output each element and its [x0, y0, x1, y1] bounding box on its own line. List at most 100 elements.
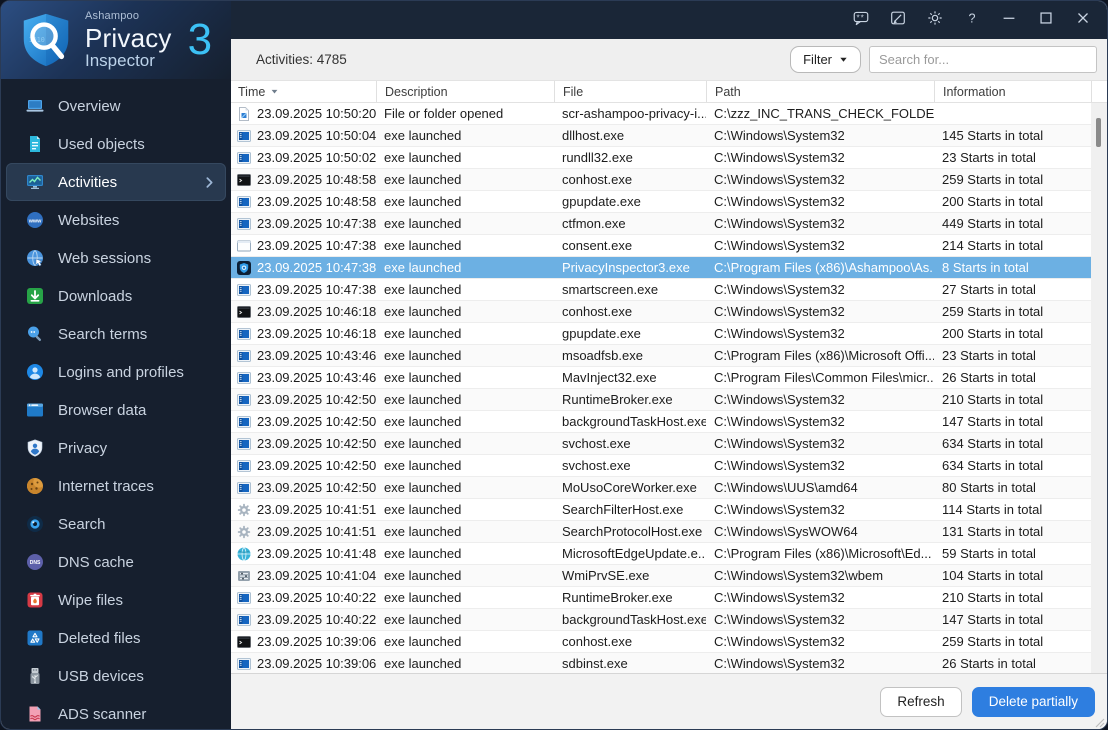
- table-row[interactable]: 23.09.2025 10:41:51 exe launched SearchFil…: [231, 499, 1091, 521]
- close-icon: [1074, 9, 1092, 32]
- cell-file: MicrosoftEdgeUpdate.e...: [562, 546, 706, 561]
- sidebar-item-overview[interactable]: Overview: [6, 87, 226, 125]
- app-icon: [236, 590, 252, 606]
- cell-file: backgroundTaskHost.exe: [562, 612, 706, 627]
- resize-grip-icon[interactable]: [1093, 715, 1105, 728]
- table-row[interactable]: 23.09.2025 10:47:38 exe launched smartscre…: [231, 279, 1091, 301]
- sidebar-item-internet-traces[interactable]: Internet traces: [6, 467, 226, 505]
- gear-icon: [236, 524, 252, 540]
- table-row[interactable]: 23.09.2025 10:50:20 File or folder opened…: [231, 103, 1091, 125]
- sidebar-item-browser-data[interactable]: Browser data: [6, 391, 226, 429]
- sidebar-item-label: Privacy: [58, 439, 108, 457]
- sidebar-item-search-terms[interactable]: Search terms: [6, 315, 226, 353]
- ads-icon: [25, 704, 45, 724]
- cell-path: C:\Windows\System32: [714, 436, 845, 451]
- cell-file: backgroundTaskHost.exe: [562, 414, 706, 429]
- maximize-button[interactable]: [1029, 6, 1062, 34]
- table-row[interactable]: 23.09.2025 10:42:50 exe launched svchost.e…: [231, 433, 1091, 455]
- column-header-file[interactable]: File: [554, 81, 706, 102]
- sidebar-item-downloads[interactable]: Downloads: [6, 277, 226, 315]
- cookie-icon: [25, 476, 45, 496]
- table-row[interactable]: 23.09.2025 10:41:04 exe launched WmiPrvSE.…: [231, 565, 1091, 587]
- table-row[interactable]: 23.09.2025 10:39:06 exe launched conhost.e…: [231, 631, 1091, 653]
- sidebar-item-privacy[interactable]: Privacy: [6, 429, 226, 467]
- sidebar-item-websites[interactable]: www Websites: [6, 201, 226, 239]
- column-header-time[interactable]: Time: [231, 81, 376, 102]
- table-row[interactable]: 23.09.2025 10:43:46 exe launched msoadfsb.…: [231, 345, 1091, 367]
- cell-information: 214 Starts in total: [942, 238, 1044, 253]
- table-row[interactable]: 23.09.2025 10:47:38 exe launched consent.e…: [231, 235, 1091, 257]
- cell-information: 145 Starts in total: [942, 128, 1044, 143]
- table-row[interactable]: 23.09.2025 10:47:38 exe launched PrivacyIn…: [231, 257, 1091, 279]
- sidebar-item-search[interactable]: Search: [6, 505, 226, 543]
- cell-time: 23.09.2025 10:41:51: [231, 521, 376, 542]
- table-row[interactable]: 23.09.2025 10:42:50 exe launched MoUsoCore…: [231, 477, 1091, 499]
- sidebar-item-activities[interactable]: Activities: [6, 163, 226, 201]
- cell-file: consent.exe: [562, 238, 633, 253]
- cell-path: C:\Windows\System32: [714, 326, 845, 341]
- sidebar-item-used-objects[interactable]: Used objects: [6, 125, 226, 163]
- cell-file: conhost.exe: [562, 304, 633, 319]
- minimize-button[interactable]: [992, 6, 1025, 34]
- sidebar-item-web-sessions[interactable]: Web sessions: [6, 239, 226, 277]
- table-row[interactable]: 23.09.2025 10:42:50 exe launched backgroun…: [231, 411, 1091, 433]
- table-row[interactable]: 23.09.2025 10:40:22 exe launched RuntimeBr…: [231, 587, 1091, 609]
- sidebar-item-logins-and-profiles[interactable]: Logins and profiles: [6, 353, 226, 391]
- app-window: 1010 Ashampoo Privacy Inspector 3 Overvi…: [0, 0, 1108, 730]
- column-header-path[interactable]: Path: [706, 81, 934, 102]
- cell-description: exe launched: [384, 282, 462, 297]
- cell-description: exe launched: [384, 348, 462, 363]
- filter-button[interactable]: Filter: [790, 46, 861, 73]
- wipe-icon: [25, 590, 45, 610]
- table-row[interactable]: 23.09.2025 10:48:58 exe launched gpupdate.…: [231, 191, 1091, 213]
- filter-button-label: Filter: [803, 52, 832, 67]
- sidebar-item-dns-cache[interactable]: DNS DNS cache: [6, 543, 226, 581]
- table-row[interactable]: 23.09.2025 10:48:58 exe launched conhost.e…: [231, 169, 1091, 191]
- shield-user-icon: [25, 438, 45, 458]
- brand-name: Ashampoo: [85, 10, 140, 22]
- table-row[interactable]: 23.09.2025 10:47:38 exe launched ctfmon.ex…: [231, 213, 1091, 235]
- refresh-button[interactable]: Refresh: [880, 686, 962, 717]
- sidebar-item-deleted-files[interactable]: Deleted files: [6, 619, 226, 657]
- settings-button[interactable]: [918, 6, 951, 34]
- table-row[interactable]: 23.09.2025 10:41:51 exe launched SearchPro…: [231, 521, 1091, 543]
- cell-description: exe launched: [384, 590, 462, 605]
- table-row[interactable]: 23.09.2025 10:39:06 exe launched sdbinst.e…: [231, 653, 1091, 675]
- vertical-scrollbar[interactable]: [1091, 103, 1107, 673]
- usb-icon: [25, 666, 45, 686]
- table-row[interactable]: 23.09.2025 10:42:50 exe launched RuntimeBr…: [231, 389, 1091, 411]
- scrollbar-thumb[interactable]: [1096, 118, 1101, 147]
- notes-button[interactable]: [881, 6, 914, 34]
- table-row[interactable]: 23.09.2025 10:40:22 exe launched backgroun…: [231, 609, 1091, 631]
- delete-partially-button[interactable]: Delete partially: [971, 686, 1095, 717]
- search-input[interactable]: [869, 46, 1097, 73]
- table-row[interactable]: 23.09.2025 10:50:02 exe launched rundll32.…: [231, 147, 1091, 169]
- sidebar-item-ads-scanner[interactable]: ADS scanner: [6, 695, 226, 729]
- cell-information: 23 Starts in total: [942, 348, 1036, 363]
- table-row[interactable]: 23.09.2025 10:50:04 exe launched dllhost.e…: [231, 125, 1091, 147]
- sidebar-item-usb-devices[interactable]: USB devices: [6, 657, 226, 695]
- table-row[interactable]: 23.09.2025 10:46:18 exe launched gpupdate.…: [231, 323, 1091, 345]
- notes-icon: [889, 9, 907, 32]
- cell-description: exe launched: [384, 480, 462, 495]
- feedback-button[interactable]: * *: [844, 6, 877, 34]
- close-button[interactable]: [1066, 6, 1099, 34]
- sidebar-item-label: DNS cache: [58, 553, 134, 571]
- cell-description: exe launched: [384, 656, 462, 671]
- table-row[interactable]: 23.09.2025 10:41:48 exe launched Microsoft…: [231, 543, 1091, 565]
- column-header-description[interactable]: Description: [376, 81, 554, 102]
- app-icon: [236, 282, 252, 298]
- eye-icon: [25, 514, 45, 534]
- help-button[interactable]: ?: [955, 6, 988, 34]
- table-row[interactable]: 23.09.2025 10:42:50 exe launched svchost.e…: [231, 455, 1091, 477]
- cell-time: 23.09.2025 10:41:51: [231, 499, 376, 520]
- cell-file: MoUsoCoreWorker.exe: [562, 480, 697, 495]
- table-row[interactable]: 23.09.2025 10:43:46 exe launched MavInject…: [231, 367, 1091, 389]
- cell-path: C:\Windows\System32: [714, 282, 845, 297]
- column-header-information[interactable]: Information: [934, 81, 1091, 102]
- table-row[interactable]: 23.09.2025 10:46:18 exe launched conhost.e…: [231, 301, 1091, 323]
- sidebar-item-wipe-files[interactable]: Wipe files: [6, 581, 226, 619]
- cell-path: C:\Program Files (x86)\Ashampoo\As...: [714, 260, 934, 275]
- cell-file: sdbinst.exe: [562, 656, 628, 671]
- cell-time: 23.09.2025 10:42:50: [231, 455, 376, 476]
